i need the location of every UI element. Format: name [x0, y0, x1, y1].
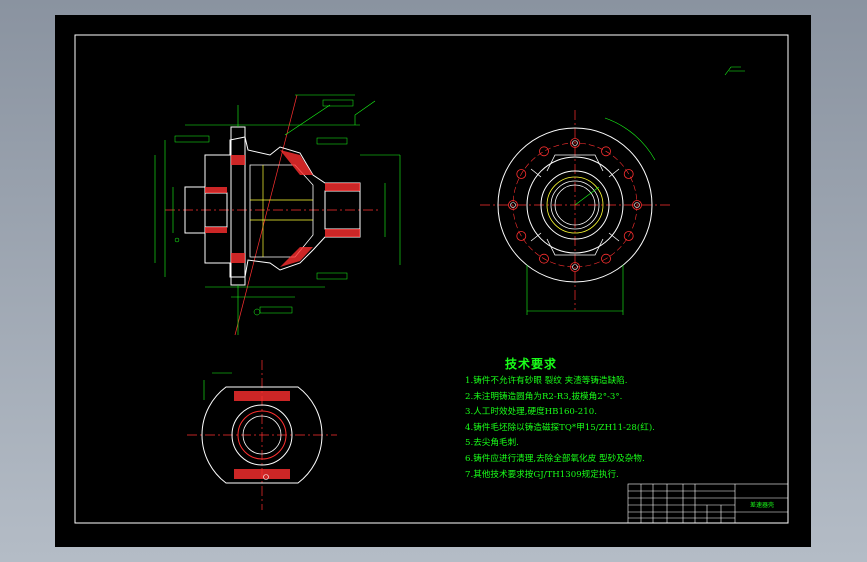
tech-requirement-item: 5.去尖角毛刺.: [465, 438, 519, 449]
cad-drawing-viewport[interactable]: 技术要求 1.铸件不允许有砂眼 裂纹 夹渣等铸造缺陷. 2.未注明铸造圆角为R2…: [55, 15, 811, 547]
end-view: [480, 110, 670, 315]
tech-requirement-item: 2.未注明铸造圆角为R2-R3,拔模角2°-3°.: [465, 391, 623, 402]
tech-requirement-item: 7.其他技术要求按GJ/TH1309规定执行.: [465, 469, 619, 480]
tech-requirement-item: 1.铸件不允许有砂眼 裂纹 夹渣等铸造缺陷.: [465, 376, 628, 386]
tech-requirements-title: 技术要求: [505, 357, 558, 371]
tech-requirement-item: 4.铸件毛坯除以铸造磁探TQ*甲15/ZH11-28(红).: [465, 422, 655, 433]
tech-requirements-list: 1.铸件不允许有砂眼 裂纹 夹渣等铸造缺陷. 2.未注明铸造圆角为R2-R3,拔…: [465, 374, 655, 483]
front-section-view: [154, 94, 401, 336]
tech-requirement-item: 3.人工时效处理,硬度HB160-210.: [465, 407, 597, 418]
title-block-part-name: 差速器壳: [749, 502, 774, 509]
roughness-symbol: [724, 66, 745, 76]
outer-frame: [74, 34, 789, 524]
drawing-canvas: [74, 34, 789, 524]
bottom-section-view: [187, 360, 337, 510]
tech-requirement-item: 6.铸件应进行清理,去除全部氧化皮 型砂及杂物.: [465, 453, 645, 464]
